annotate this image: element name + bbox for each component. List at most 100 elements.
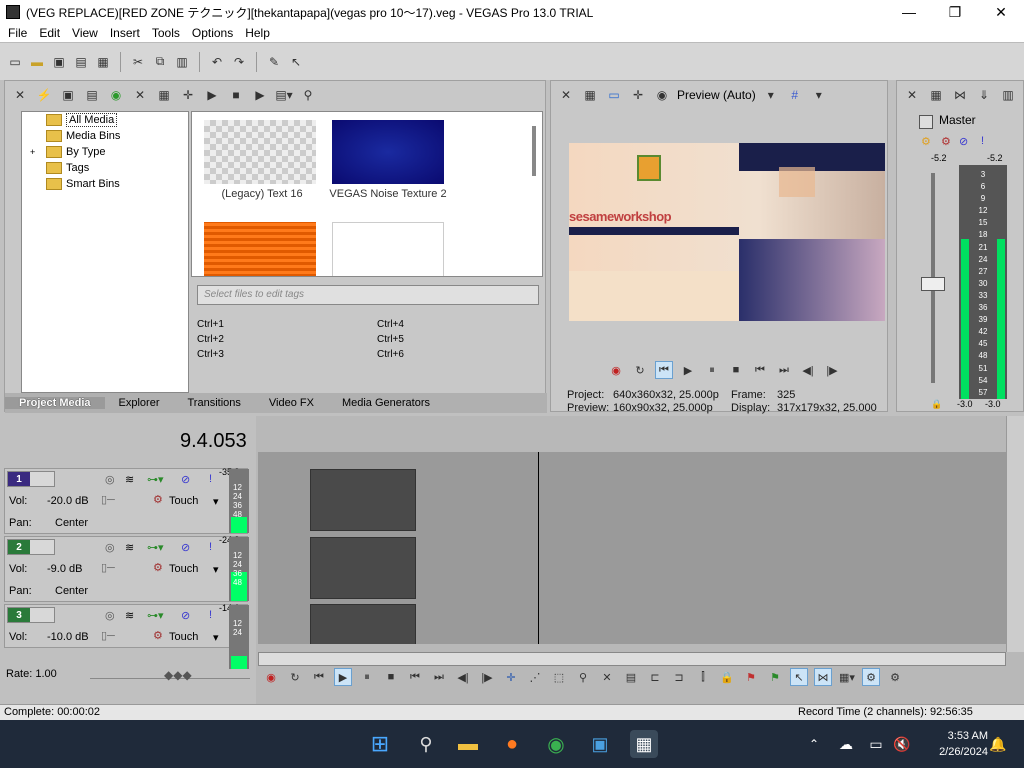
rate-slider-handle[interactable]: ◆◆◆ <box>164 668 192 682</box>
save-icon[interactable]: ▣ <box>50 53 68 71</box>
next-frame-icon[interactable]: |▶ <box>823 361 841 379</box>
media-fx-icon[interactable]: ▤ <box>83 86 101 104</box>
track-fx-chain-icon[interactable]: ⊶▾ <box>147 609 164 622</box>
selection-tool-icon[interactable]: ⬚ <box>550 668 568 686</box>
track-motion-icon[interactable]: ◎ <box>105 541 115 554</box>
mute-icon[interactable]: ⊘ <box>181 541 190 554</box>
menu-help[interactable]: Help <box>239 26 276 40</box>
stop-icon[interactable]: ■ <box>382 668 400 686</box>
track-fx-chain-icon[interactable]: ⊶▾ <box>147 473 164 486</box>
chevron-down-icon[interactable]: ▾ <box>762 86 780 104</box>
vertical-scrollbar[interactable] <box>1006 416 1024 652</box>
dim-output-icon[interactable]: ⇓ <box>975 86 993 104</box>
solo-icon[interactable]: ! <box>209 541 212 553</box>
lock-envelopes-icon[interactable]: ⚙ <box>862 668 880 686</box>
solo-icon[interactable]: ! <box>209 473 212 485</box>
remove-icon[interactable]: ✕ <box>131 86 149 104</box>
marker-icon[interactable]: ⚑ <box>742 668 760 686</box>
vol-slider[interactable]: ▯─ <box>101 629 115 642</box>
loop-icon[interactable]: ↻ <box>286 668 304 686</box>
trim-start-icon[interactable]: ⊏ <box>646 668 664 686</box>
tree-item-by-type[interactable]: + By Type <box>22 144 188 160</box>
expand-icon[interactable]: + <box>30 147 35 157</box>
trim-icon[interactable]: ▤ <box>622 668 640 686</box>
volume-muted-icon[interactable]: 🔇 <box>888 730 916 758</box>
preview-properties-icon[interactable]: ▦ <box>581 86 599 104</box>
record-icon[interactable]: ◉ <box>607 361 625 379</box>
meter-options-icon[interactable]: ▥ <box>999 86 1017 104</box>
open-folder-icon[interactable]: ▬ <box>28 53 46 71</box>
network-icon[interactable]: ☁ <box>832 730 860 758</box>
go-to-start-icon[interactable]: ⏮ <box>751 361 769 379</box>
automation-icon[interactable]: ⚙ <box>153 629 163 642</box>
search-icon[interactable]: ⚲ <box>412 730 440 758</box>
mute-icon[interactable]: ⊘ <box>181 609 190 622</box>
fx-icon[interactable]: ⚙ <box>921 135 931 148</box>
lock-icon[interactable]: 🔒 <box>718 668 736 686</box>
firefox-icon[interactable]: ● <box>498 730 526 758</box>
split-screen-icon[interactable]: ✛ <box>629 86 647 104</box>
vol-slider[interactable]: ▯─ <box>101 493 115 506</box>
menu-options[interactable]: Options <box>186 26 239 40</box>
track-header[interactable]: 1◎≋⊶▾⊘!Vol:-20.0 dB▯─⚙Touch▾Pan:Center-3… <box>4 467 249 534</box>
mute-icon[interactable]: ⊘ <box>181 473 190 486</box>
track-header[interactable]: 3◎≋⊶▾⊘!Vol:-10.0 dB▯─⚙Touch▾-14.11224 <box>4 603 249 669</box>
stop-icon[interactable]: ■ <box>227 86 245 104</box>
go-to-end-icon[interactable]: ⏭ <box>430 668 448 686</box>
tab-video-fx[interactable]: Video FX <box>255 397 328 409</box>
menu-file[interactable]: File <box>2 26 33 40</box>
pause-icon[interactable]: ⏸ <box>703 361 721 379</box>
region-icon[interactable]: ⚑ <box>766 668 784 686</box>
chevron-up-icon[interactable]: ⌃ <box>800 730 828 758</box>
zoom-tool-icon[interactable]: ⚲ <box>574 668 592 686</box>
master-lock-icon[interactable]: 🔒 <box>931 399 942 410</box>
render-icon[interactable]: ✎ <box>265 53 283 71</box>
delete-icon[interactable]: ✕ <box>598 668 616 686</box>
pause-icon[interactable]: ⏸ <box>358 668 376 686</box>
menu-insert[interactable]: Insert <box>104 26 146 40</box>
close-pane-icon[interactable]: ✕ <box>903 86 921 104</box>
new-file-icon[interactable]: ▭ <box>6 53 24 71</box>
refresh-icon[interactable]: ◉ <box>107 86 125 104</box>
properties-icon[interactable]: ▦ <box>94 53 112 71</box>
chevron-down-icon[interactable]: ▾ <box>810 86 828 104</box>
close-button[interactable]: ✕ <box>978 0 1024 24</box>
search-icon[interactable]: ⚲ <box>299 86 317 104</box>
display-icon[interactable]: ▭ <box>862 730 890 758</box>
file-explorer-icon[interactable]: ▬ <box>454 730 482 758</box>
chevron-down-icon[interactable]: ▾ <box>213 495 219 508</box>
automation-mode[interactable]: Touch <box>169 563 198 575</box>
views-icon[interactable]: ▤▾ <box>275 86 293 104</box>
playhead-cursor[interactable] <box>538 452 539 644</box>
play-from-start-icon[interactable]: ⏮ <box>310 668 328 686</box>
chevron-down-icon[interactable]: ▾ <box>213 563 219 576</box>
trim-end-icon[interactable]: ⊐ <box>670 668 688 686</box>
mixer-properties-icon[interactable]: ▦ <box>927 86 945 104</box>
prev-frame-icon[interactable]: ◀| <box>799 361 817 379</box>
track-motion-icon[interactable]: ◎ <box>105 609 115 622</box>
ripple-mode-icon[interactable]: ▦▾ <box>838 668 856 686</box>
play-icon[interactable]: ▶ <box>334 668 352 686</box>
chevron-down-icon[interactable]: ▾ <box>213 631 219 644</box>
master-fader-handle[interactable] <box>921 277 945 291</box>
ignore-grouping-icon[interactable]: ⚙ <box>886 668 904 686</box>
vol-slider[interactable]: ▯─ <box>101 561 115 574</box>
go-to-end-icon[interactable]: ⏭ <box>775 361 793 379</box>
envelope-tool-icon[interactable]: ⋰ <box>526 668 544 686</box>
tree-item-smart-bins[interactable]: Smart Bins <box>22 176 188 192</box>
taskbar-clock[interactable]: 3:53 AM 2/26/2024 <box>939 728 988 760</box>
tab-project-media[interactable]: Project Media <box>5 397 105 409</box>
media-thumb-orange[interactable] <box>204 222 316 276</box>
auto-preview-icon[interactable]: ▶ <box>251 86 269 104</box>
track-fx-chain-icon[interactable]: ⊶▾ <box>147 541 164 554</box>
info-icon[interactable]: ! <box>981 135 984 147</box>
menu-tools[interactable]: Tools <box>146 26 186 40</box>
stop-icon[interactable]: ■ <box>727 361 745 379</box>
tab-transitions[interactable]: Transitions <box>174 397 255 409</box>
save-as-icon[interactable]: ▤ <box>72 53 90 71</box>
video-event[interactable] <box>310 604 416 644</box>
split-icon[interactable]: ⫿ <box>694 668 712 686</box>
next-frame-icon[interactable]: |▶ <box>478 668 496 686</box>
whats-this-icon[interactable]: ↖ <box>287 53 305 71</box>
windows-start-icon[interactable]: ⊞ <box>366 730 394 758</box>
